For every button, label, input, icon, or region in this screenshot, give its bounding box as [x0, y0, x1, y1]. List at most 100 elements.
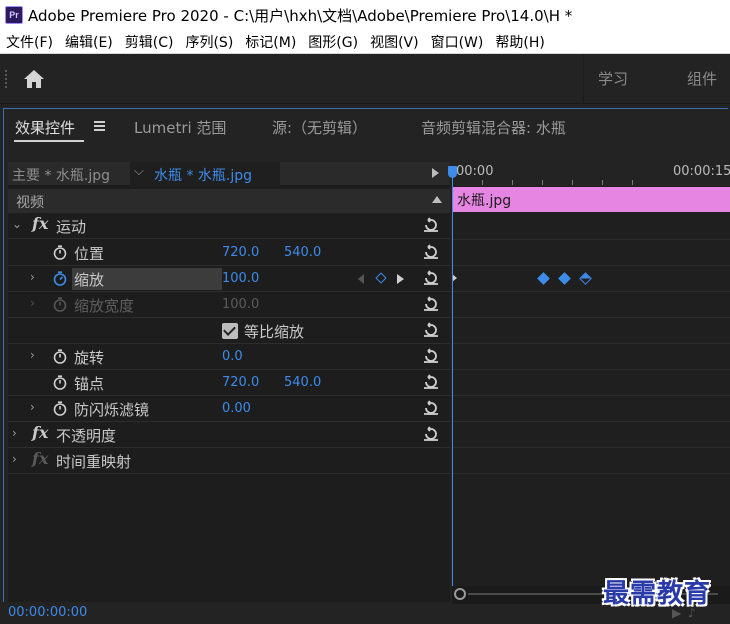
effect-row-opacity: › fx 不透明度	[8, 422, 450, 448]
anchor-y-value[interactable]: 540.0	[284, 375, 321, 390]
home-icon[interactable]	[22, 68, 46, 90]
scale-width-value: 100.0	[222, 297, 260, 312]
ruler-start-time: 00:00	[456, 164, 494, 179]
selected-clip-name: 水瓶 * 水瓶.jpg	[154, 168, 253, 184]
timeline-row-divider	[453, 291, 730, 292]
effect-timeline[interactable]	[452, 162, 730, 602]
panel-focus-frame	[3, 108, 728, 109]
title-bar: Pr Adobe Premiere Pro 2020 - C:\用户\hxh\文…	[0, 0, 730, 30]
property-row-rotation: › 旋转 0.0	[8, 344, 450, 370]
tab-audio-clip-mixer[interactable]: 音频剪辑混合器: 水瓶	[421, 117, 566, 138]
tab-effect-controls[interactable]: 效果控件	[15, 117, 75, 138]
collapse-chevron-icon[interactable]: ⌄	[12, 217, 22, 231]
rotation-value[interactable]: 0.0	[222, 349, 243, 364]
fx-toggle-icon[interactable]: fx	[32, 423, 48, 442]
workspace-assembly[interactable]: 组件	[687, 68, 717, 89]
reset-icon[interactable]	[422, 321, 440, 339]
reset-icon[interactable]	[422, 373, 440, 391]
uniform-scale-checkbox[interactable]	[222, 323, 238, 339]
scroll-up-icon[interactable]	[432, 196, 442, 203]
menu-window[interactable]: 窗口(W)	[425, 32, 490, 52]
property-label-anti-flicker: 防闪烁滤镜	[74, 401, 150, 419]
stopwatch-icon[interactable]	[53, 349, 67, 364]
expand-chevron-icon[interactable]: ›	[30, 270, 35, 284]
property-label-rotation: 旋转	[74, 349, 105, 367]
previous-keyframe-icon[interactable]	[358, 274, 364, 284]
property-row-position: 位置 720.0 540.0	[8, 240, 450, 266]
play-clip-icon[interactable]	[432, 168, 439, 178]
expand-chevron-icon[interactable]: ›	[30, 348, 35, 362]
property-label-scale-width: 缩放宽度	[74, 297, 135, 315]
menu-file[interactable]: 文件(F)	[0, 32, 59, 52]
timeline-row-divider	[453, 447, 730, 448]
stopwatch-icon[interactable]	[53, 245, 67, 260]
fx-toggle-icon: fx	[32, 449, 49, 468]
ruler-tick	[632, 180, 633, 185]
timeline-row-divider	[453, 265, 730, 266]
premiere-app-icon: Pr	[5, 6, 23, 24]
effect-name-opacity: 不透明度	[56, 427, 117, 445]
clip-selector[interactable]: ⌵ 水瓶 * 水瓶.jpg	[130, 162, 280, 186]
reset-icon[interactable]	[422, 216, 440, 234]
effect-name-time-remap: 时间重映射	[56, 453, 132, 471]
timeline-row-divider	[453, 421, 730, 422]
menu-bar: 文件(F) 编辑(E) 剪辑(C) 序列(S) 标记(M) 图形(G) 视图(V…	[0, 30, 730, 54]
drag-grip-icon[interactable]	[5, 70, 7, 88]
stopwatch-icon[interactable]	[53, 375, 67, 390]
timeline-clip-bar[interactable]: 水瓶.jpg	[453, 187, 730, 212]
menu-graphics[interactable]: 图形(G)	[302, 32, 364, 52]
menu-sequence[interactable]: 序列(S)	[179, 32, 239, 52]
anti-flicker-value[interactable]: 0.00	[222, 401, 251, 416]
fx-toggle-icon[interactable]: fx	[32, 214, 48, 233]
position-x-value[interactable]: 720.0	[222, 245, 259, 260]
ruler-tick	[602, 180, 603, 185]
playhead-line[interactable]	[452, 170, 453, 586]
playhead-handle[interactable]	[448, 166, 457, 178]
uniform-scale-label: 等比缩放	[244, 323, 305, 341]
workspace-learn[interactable]: 学习	[598, 68, 628, 89]
position-y-value[interactable]: 540.0	[284, 245, 321, 260]
property-row-anti-flicker: › 防闪烁滤镜 0.00	[8, 396, 450, 422]
tab-source[interactable]: 源:（无剪辑）	[272, 117, 367, 138]
reset-icon[interactable]	[422, 347, 440, 365]
property-row-scale: › 缩放 100.0	[8, 266, 450, 292]
property-label-scale: 缩放	[74, 271, 105, 289]
clip-header: 主要 * 水瓶.jpg ⌵ 水瓶 * 水瓶.jpg	[8, 162, 450, 186]
menu-edit[interactable]: 编辑(E)	[59, 32, 119, 52]
menu-help[interactable]: 帮助(H)	[489, 32, 550, 52]
timeline-row-divider	[453, 395, 730, 396]
master-clip-label[interactable]: 主要 * 水瓶.jpg	[12, 165, 110, 185]
effect-row-motion: ⌄ fx 运动	[8, 213, 450, 239]
ruler-end-time: 00:00:15	[673, 164, 730, 179]
scale-value[interactable]: 100.0	[222, 271, 259, 286]
chevron-down-icon: ⌵	[134, 164, 144, 179]
reset-icon[interactable]	[422, 243, 440, 261]
reset-icon[interactable]	[422, 295, 440, 313]
anchor-x-value[interactable]: 720.0	[222, 375, 259, 390]
timeline-ruler[interactable]: 00:00 00:00:15	[452, 162, 730, 186]
menu-view[interactable]: 视图(V)	[364, 32, 425, 52]
add-keyframe-icon[interactable]	[375, 272, 387, 284]
expand-chevron-icon[interactable]: ›	[12, 426, 17, 440]
menu-clip[interactable]: 剪辑(C)	[119, 32, 180, 52]
zoom-handle[interactable]	[454, 588, 466, 600]
timeline-row-divider	[453, 473, 730, 474]
property-row-uniform-scale: 等比缩放	[8, 318, 450, 344]
stopwatch-active-icon[interactable]	[53, 271, 67, 286]
current-timecode[interactable]: 00:00:00:00	[8, 605, 87, 620]
stopwatch-disabled-icon	[53, 297, 67, 312]
expand-chevron-icon[interactable]: ›	[12, 452, 17, 466]
reset-icon[interactable]	[422, 269, 440, 287]
effect-name-motion: 运动	[56, 218, 87, 236]
next-keyframe-icon[interactable]	[397, 274, 404, 284]
reset-icon[interactable]	[422, 425, 440, 443]
timeline-row-divider	[453, 369, 730, 370]
ruler-tick	[482, 180, 483, 185]
expand-chevron-icon[interactable]: ›	[30, 400, 35, 414]
tab-lumetri-scopes[interactable]: Lumetri 范围	[134, 117, 226, 138]
reset-icon[interactable]	[422, 399, 440, 417]
stopwatch-icon[interactable]	[53, 401, 67, 416]
panel-menu-icon[interactable]	[94, 121, 105, 131]
panel-focus-frame-left	[3, 109, 4, 602]
menu-markers[interactable]: 标记(M)	[239, 32, 302, 52]
